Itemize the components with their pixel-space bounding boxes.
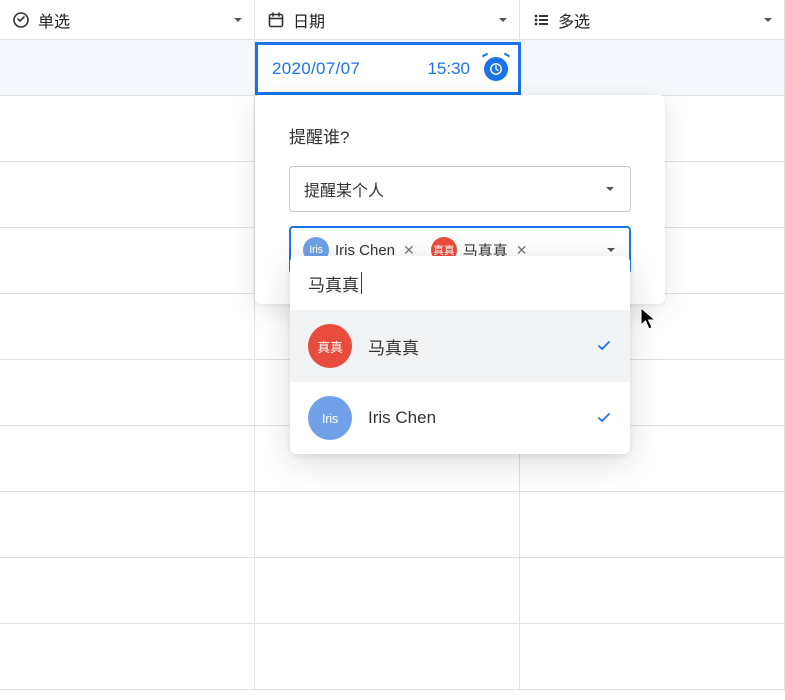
option-name: Iris Chen [368, 408, 580, 428]
column-title: 多选 [558, 8, 590, 32]
people-dropdown: 马真真 真真 马真真 Iris Iris Chen [290, 256, 630, 454]
column-header-date[interactable]: 日期 [255, 0, 520, 39]
search-query-text: 马真真 [308, 271, 362, 296]
people-option[interactable]: Iris Iris Chen [290, 382, 630, 454]
reminder-prompt: 提醒谁? [289, 123, 631, 148]
option-name: 马真真 [368, 334, 580, 359]
check-icon [596, 338, 612, 354]
column-headers: 单选 日期 多选 [0, 0, 785, 40]
people-option[interactable]: 真真 马真真 [290, 310, 630, 382]
column-header-single-select[interactable]: 单选 [0, 0, 255, 39]
chevron-down-icon[interactable] [762, 14, 774, 26]
table-row[interactable] [0, 492, 785, 558]
chevron-down-icon[interactable] [605, 244, 617, 256]
people-search-input[interactable]: 马真真 [290, 256, 630, 310]
chevron-down-icon[interactable] [497, 14, 509, 26]
date-time-input[interactable]: 2020/07/07 15:30 [255, 42, 521, 95]
date-value: 2020/07/07 [272, 59, 360, 79]
column-header-multi-select[interactable]: 多选 [520, 0, 785, 39]
avatar: Iris [308, 396, 352, 440]
multi-select-icon [532, 11, 550, 29]
chevron-down-icon [604, 183, 616, 195]
column-title: 日期 [293, 8, 325, 32]
avatar: 真真 [308, 324, 352, 368]
table-row[interactable] [0, 624, 785, 690]
table-row[interactable] [0, 558, 785, 624]
chevron-down-icon[interactable] [232, 14, 244, 26]
column-title: 单选 [38, 8, 70, 32]
calendar-icon [267, 11, 285, 29]
time-value: 15:30 [427, 59, 470, 79]
text-caret [361, 272, 362, 294]
alarm-icon[interactable] [484, 57, 508, 81]
reminder-mode-select[interactable]: 提醒某个人 [289, 166, 631, 212]
check-icon [596, 410, 612, 426]
single-select-icon [12, 11, 30, 29]
reminder-mode-label: 提醒某个人 [304, 177, 384, 201]
